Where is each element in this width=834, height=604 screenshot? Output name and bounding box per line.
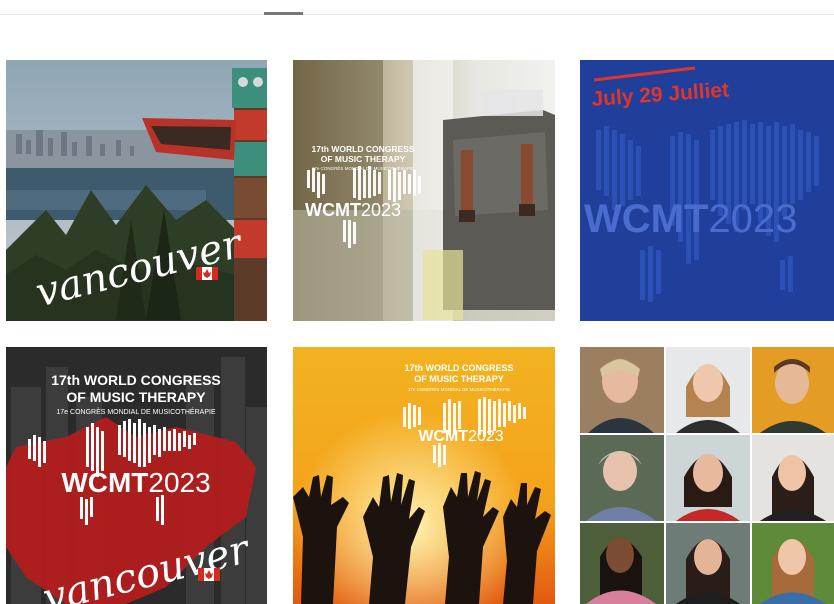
wcmt-wordmark: WCMT2023 [61, 467, 210, 498]
congress-subtitle: 17e CONGRÈS MONDIAL DE MUSICOTHÉRAPIE [408, 386, 510, 392]
congress-title-line1: 17th WORLD CONGRESS [51, 372, 221, 388]
post-tile-waterfall-backpack[interactable]: 17th WORLD CONGRESS OF MUSIC THERAPY 17e… [293, 60, 555, 321]
wcmt-wordmark: WCMT2023 [584, 197, 797, 241]
wcmt-wordmark: WCMT2023 [305, 200, 401, 220]
speaker-photo-7 [580, 523, 664, 604]
post-tile-vancouver-totem[interactable]: vancouver [6, 60, 267, 321]
congress-subtitle: 17e CONGRÈS MONDIAL DE MUSICOTHÉRAPIE [56, 407, 216, 416]
congress-title-line2: OF MUSIC THERAPY [321, 154, 406, 164]
post-tile-july-29[interactable]: July 29 Julliet WCMT2023 [580, 60, 834, 321]
active-tab-indicator[interactable] [264, 12, 303, 15]
congress-title-line1: 17th WORLD CONGRESS [312, 144, 415, 154]
speaker-photo-4 [580, 435, 664, 521]
speaker-photo-9 [752, 523, 834, 604]
congress-title-line2: OF MUSIC THERAPY [66, 389, 206, 405]
speaker-photo-5 [666, 435, 750, 521]
congress-title-line2: OF MUSIC THERAPY [414, 374, 504, 384]
congress-title-line1: 17th WORLD CONGRESS [404, 363, 513, 373]
post-tile-red-skyline[interactable]: 17th WORLD CONGRESS OF MUSIC THERAPY 17e… [6, 347, 267, 604]
canada-flag-icon [196, 267, 218, 280]
canada-flag-icon [198, 568, 220, 581]
congress-subtitle: 17e CONGRÈS MONDIAL DE MUSICOTHÉRAPIE [312, 165, 414, 171]
wcmt-wordmark: WCMT2023 [418, 428, 503, 445]
speaker-photo-2 [666, 347, 750, 433]
post-tile-sunset-hands[interactable]: 17th WORLD CONGRESS OF MUSIC THERAPY 17e… [293, 347, 555, 604]
speaker-photo-6 [752, 435, 834, 521]
speaker-photo-1 [580, 347, 664, 433]
speaker-photo-8 [666, 523, 750, 604]
post-tile-speaker-collage[interactable] [580, 347, 834, 604]
speaker-photo-3 [752, 347, 834, 433]
top-divider [0, 0, 834, 15]
